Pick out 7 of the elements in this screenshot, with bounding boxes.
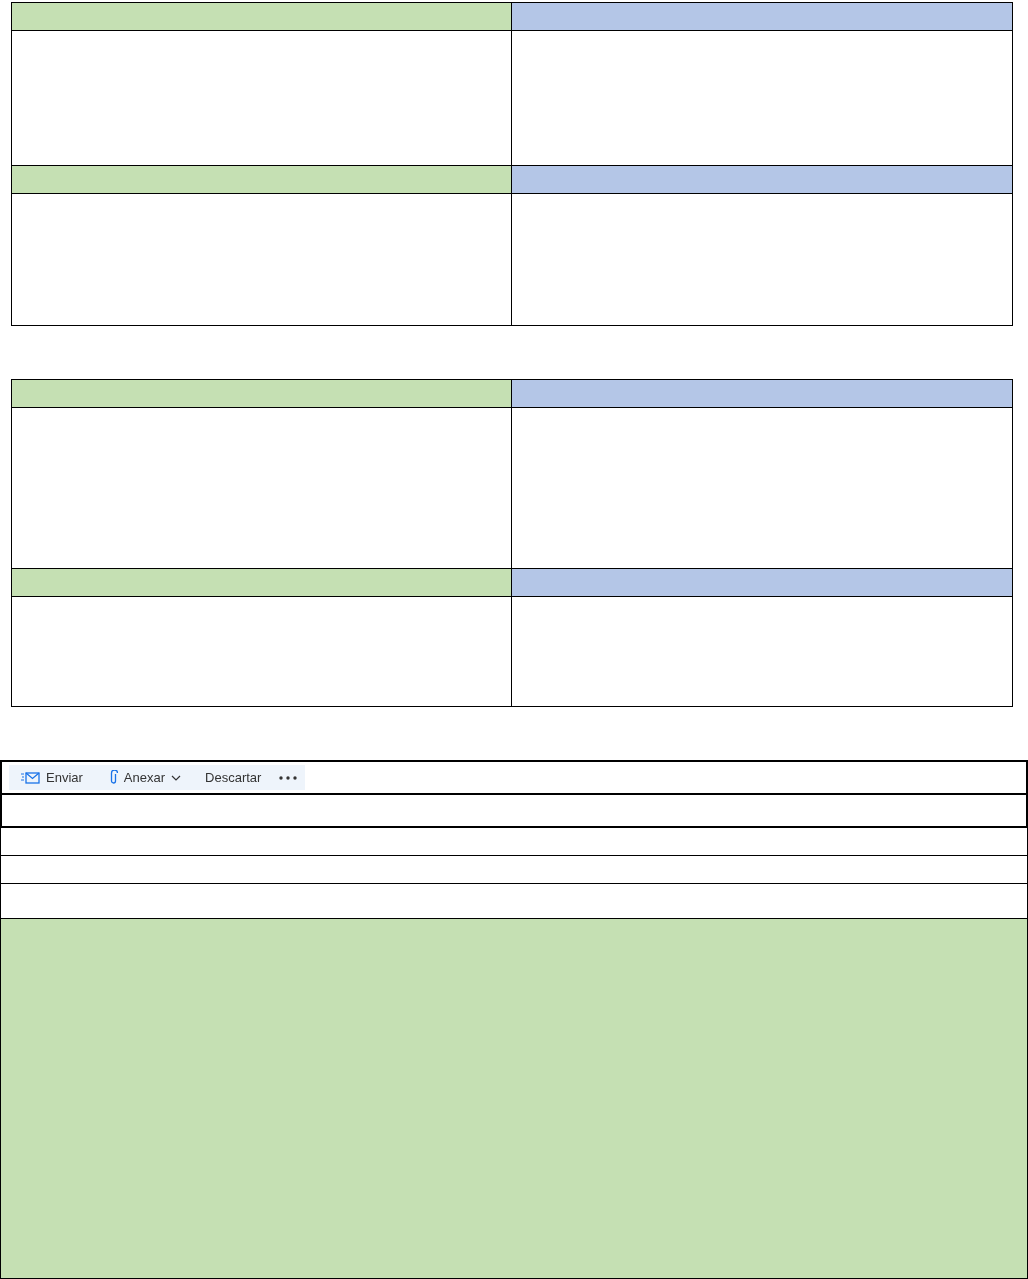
send-button[interactable]: Enviar: [21, 765, 83, 790]
discard-button[interactable]: Descartar: [205, 765, 262, 790]
chevron-down-icon: [171, 774, 182, 781]
more-icon: [279, 775, 298, 780]
send-mail-icon: [21, 771, 40, 784]
paperclip-icon: [108, 770, 118, 785]
attach-button[interactable]: Anexar: [108, 765, 182, 790]
